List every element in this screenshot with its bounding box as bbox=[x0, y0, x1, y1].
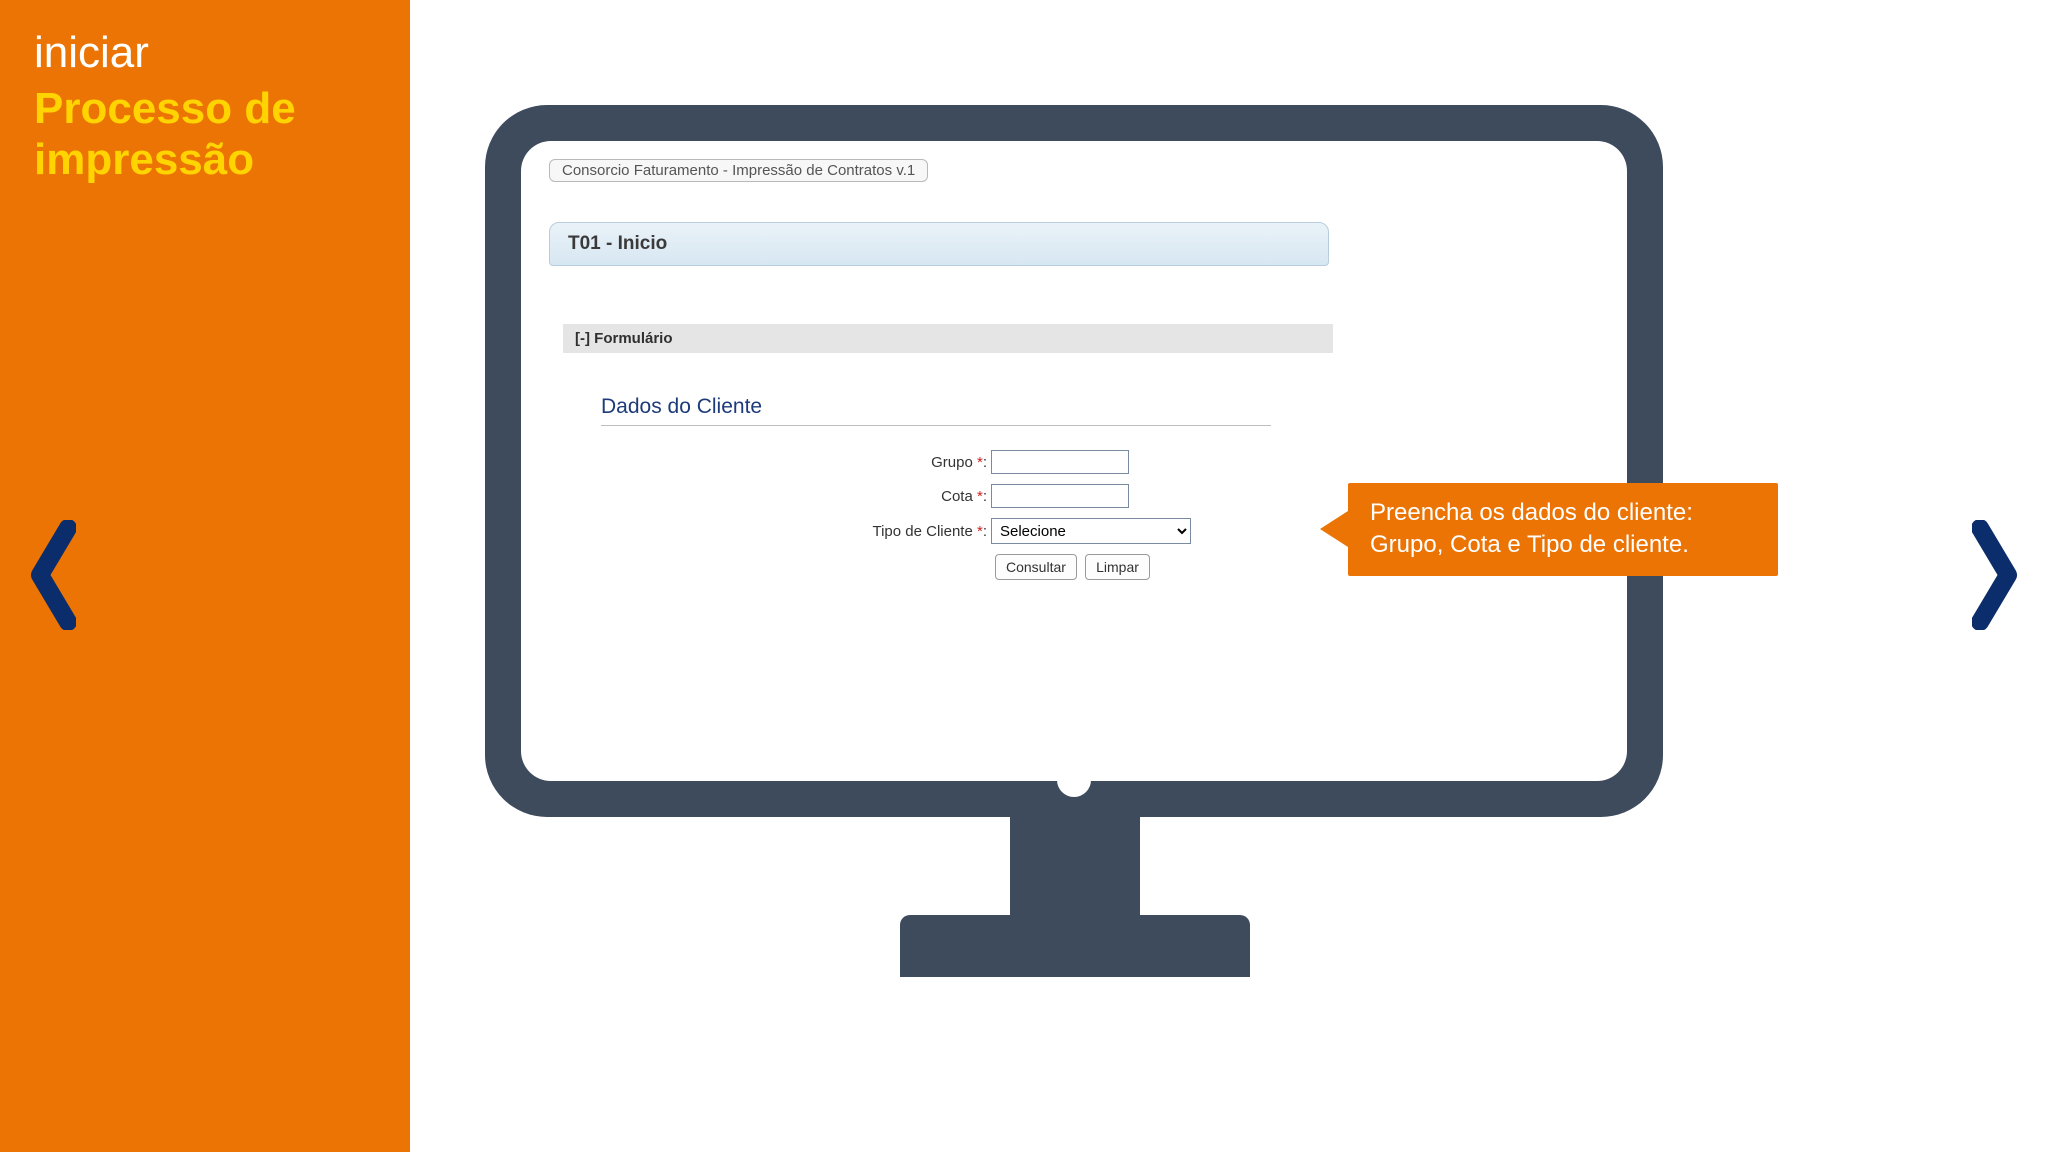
callout-line1: Preencha os dados do cliente: bbox=[1370, 497, 1756, 529]
form-dados-cliente: Dados do Cliente Grupo *: Cota *: Tipo d… bbox=[601, 395, 1301, 580]
row-cota: Cota *: bbox=[601, 484, 1301, 508]
row-tipo-cliente: Tipo de Cliente *: Selecione bbox=[601, 518, 1301, 544]
instruction-callout: Preencha os dados do cliente: Grupo, Cot… bbox=[1348, 483, 1778, 576]
sidebar-title-line2: Processo de impressão bbox=[34, 84, 376, 185]
consultar-button[interactable]: Consultar bbox=[995, 554, 1077, 580]
tab-t01-inicio[interactable]: T01 - Inicio bbox=[549, 222, 1329, 266]
next-slide-button[interactable] bbox=[1972, 520, 2018, 630]
limpar-button[interactable]: Limpar bbox=[1085, 554, 1150, 580]
label-grupo: Grupo *: bbox=[601, 454, 991, 471]
sidebar-title-line1: iniciar bbox=[34, 28, 376, 78]
label-tipo-cliente: Tipo de Cliente *: bbox=[601, 523, 991, 540]
divider bbox=[601, 425, 1271, 426]
input-cota[interactable] bbox=[991, 484, 1129, 508]
prev-slide-button[interactable] bbox=[30, 520, 76, 630]
app-screen: Consorcio Faturamento - Impressão de Con… bbox=[521, 141, 1627, 781]
monitor-frame: Consorcio Faturamento - Impressão de Con… bbox=[485, 105, 1663, 817]
monitor-base bbox=[900, 915, 1250, 977]
row-grupo: Grupo *: bbox=[601, 450, 1301, 474]
breadcrumb: Consorcio Faturamento - Impressão de Con… bbox=[549, 159, 928, 182]
label-cota: Cota *: bbox=[601, 488, 991, 505]
button-row: Consultar Limpar bbox=[995, 554, 1301, 580]
callout-line2: Grupo, Cota e Tipo de cliente. bbox=[1370, 529, 1756, 561]
section-header-formulario[interactable]: [-] Formulário bbox=[563, 324, 1333, 353]
select-tipo-cliente[interactable]: Selecione bbox=[991, 518, 1191, 544]
chevron-right-icon bbox=[1972, 520, 2018, 630]
form-title: Dados do Cliente bbox=[601, 395, 1301, 425]
chevron-left-icon bbox=[30, 520, 76, 630]
input-grupo[interactable] bbox=[991, 450, 1129, 474]
